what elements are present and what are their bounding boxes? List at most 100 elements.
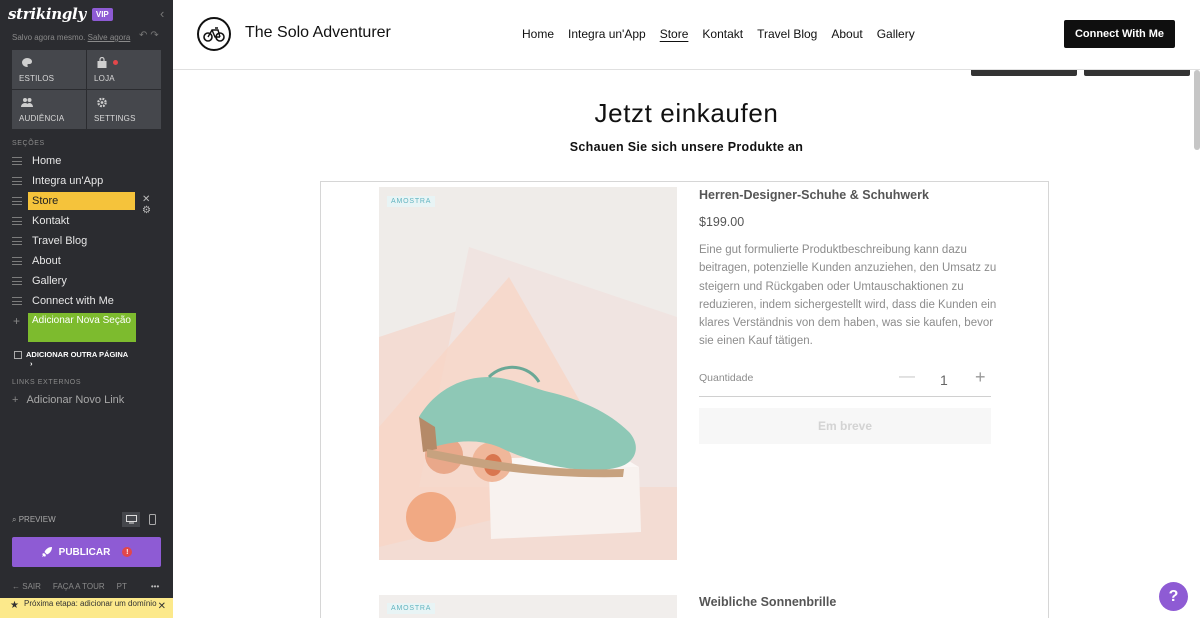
shoe-illustration: [379, 187, 677, 560]
exit-link[interactable]: ← SAIR: [12, 582, 41, 591]
publish-button[interactable]: PUBLICAR !: [12, 537, 161, 567]
section-item-travel-blog[interactable]: Travel Blog: [12, 232, 162, 250]
connect-button[interactable]: Connect With Me: [1064, 20, 1175, 48]
tile-styles[interactable]: ESTILOS: [12, 50, 86, 89]
section-label: Kontakt: [32, 215, 70, 227]
editor-footer: ← SAIR FAÇA A TOUR PT •••: [12, 582, 162, 591]
palette-icon: [22, 58, 33, 67]
search-icon: ⌕: [12, 515, 17, 524]
bicycle-icon[interactable]: [197, 17, 231, 51]
drag-handle-icon[interactable]: [12, 277, 22, 285]
device-toggle: [122, 512, 161, 527]
section-label: Integra un'App: [32, 175, 104, 187]
add-page-button[interactable]: ADICIONAR OUTRA PÁGINA ›: [14, 350, 129, 369]
section-item-connect[interactable]: Connect with Me: [12, 292, 162, 310]
section-item-integra[interactable]: Integra un'App: [12, 172, 162, 190]
product-name[interactable]: Herren-Designer-Schuhe & Schuhwerk: [699, 188, 929, 202]
vip-badge: VIP: [91, 7, 113, 21]
drag-handle-icon[interactable]: [12, 237, 22, 245]
editor-tiles: ESTILOS LOJA AUDIÊNCIA SETTINGS: [12, 50, 161, 130]
people-icon: [21, 98, 33, 107]
site-nav: Home Integra un'App Store Kontakt Travel…: [522, 27, 915, 41]
section-edit-button[interactable]: [971, 70, 1077, 76]
saved-text: Salvo agora mesmo.: [12, 33, 86, 42]
page-icon: [14, 351, 22, 360]
drag-handle-icon[interactable]: [12, 217, 22, 225]
undo-redo-icons[interactable]: ↶↷: [139, 30, 162, 41]
site-preview: The Solo Adventurer Home Integra un'App …: [173, 0, 1200, 618]
next-step-banner[interactable]: ★ Próxima etapa: adicionar um domínio ✕: [0, 598, 173, 618]
close-icon[interactable]: ✕: [158, 602, 166, 612]
help-button[interactable]: ?: [1159, 582, 1188, 611]
plus-icon[interactable]: +: [975, 367, 986, 388]
mobile-icon[interactable]: [143, 512, 161, 527]
save-status: Salvo agora mesmo. Salve agora: [12, 33, 130, 42]
save-now-link[interactable]: Salve agora: [88, 33, 131, 42]
store-subtitle: Schauen Sie sich unsere Produkte an: [569, 140, 804, 154]
section-label: Home: [32, 155, 62, 167]
desktop-icon[interactable]: [122, 512, 140, 527]
editor-logo-row: strikingly VIP: [8, 4, 113, 24]
site-header: The Solo Adventurer Home Integra un'App …: [173, 0, 1200, 70]
strikingly-logo[interactable]: strikingly: [8, 5, 86, 23]
plus-icon: +: [13, 314, 21, 328]
nav-item-about[interactable]: About: [831, 27, 862, 41]
section-edit-button[interactable]: [1084, 70, 1190, 76]
section-item-store[interactable]: Store ✕ ⚙: [12, 192, 162, 216]
site-brand[interactable]: The Solo Adventurer: [245, 24, 391, 42]
app-root: strikingly VIP ‹ Salvo agora mesmo. Salv…: [0, 0, 1200, 618]
product-image[interactable]: AMOSTRA: [379, 187, 677, 560]
section-item-gallery[interactable]: Gallery: [12, 272, 162, 290]
tile-settings[interactable]: SETTINGS: [87, 90, 161, 129]
tile-label: AUDIÊNCIA: [19, 114, 65, 123]
delete-section-icon[interactable]: ✕: [142, 194, 150, 205]
nav-item-store[interactable]: Store: [660, 27, 689, 41]
section-item-home[interactable]: Home: [12, 152, 162, 170]
quantity-value[interactable]: 1: [940, 372, 948, 388]
product-list: AMOSTRA Herren-Designer-Schuhe & Schuhwe…: [320, 181, 1049, 618]
notification-dot: [113, 60, 118, 65]
sections-heading: SEÇÕES: [12, 140, 45, 147]
drag-handle-icon[interactable]: [12, 257, 22, 265]
section-label: About: [32, 255, 61, 267]
nav-item-gallery[interactable]: Gallery: [877, 27, 915, 41]
add-link-label: Adicionar Novo Link: [26, 394, 125, 406]
product-image[interactable]: AMOSTRA: [379, 595, 677, 618]
section-item-about[interactable]: About: [12, 252, 162, 270]
drag-handle-icon[interactable]: [12, 297, 22, 305]
rocket-icon: [41, 547, 52, 557]
warning-icon: !: [122, 547, 133, 557]
add-section-button[interactable]: Adicionar Nova Seção: [28, 313, 136, 342]
drag-handle-icon[interactable]: [12, 177, 22, 185]
tile-audience[interactable]: AUDIÊNCIA: [12, 90, 86, 129]
tour-link[interactable]: FAÇA A TOUR: [53, 582, 105, 591]
minus-icon[interactable]: —: [899, 368, 915, 386]
tile-store[interactable]: LOJA: [87, 50, 161, 89]
nav-item-integra[interactable]: Integra un'App: [568, 27, 646, 41]
collapse-sidebar-icon[interactable]: ‹: [160, 6, 164, 21]
nav-item-home[interactable]: Home: [522, 27, 554, 41]
chevron-right-icon: ›: [30, 359, 33, 369]
next-step-text: Próxima etapa: adicionar um domínio: [24, 599, 157, 608]
product-name[interactable]: Weibliche Sonnenbrille: [699, 595, 836, 609]
divider: [699, 396, 991, 397]
language-link[interactable]: PT: [117, 582, 127, 591]
more-options-icon[interactable]: •••: [151, 582, 159, 591]
preview-button[interactable]: ⌕ PREVIEW: [12, 515, 56, 525]
tile-label: SETTINGS: [94, 114, 136, 123]
nav-item-kontakt[interactable]: Kontakt: [702, 27, 743, 41]
product-price: $199.00: [699, 215, 745, 229]
editor-sidebar: strikingly VIP ‹ Salvo agora mesmo. Salv…: [0, 0, 173, 618]
nav-item-travel-blog[interactable]: Travel Blog: [757, 27, 817, 41]
section-label: Travel Blog: [32, 235, 88, 247]
drag-handle-icon[interactable]: [12, 157, 22, 165]
sample-badge: AMOSTRA: [387, 603, 436, 614]
add-page-label: ADICIONAR OUTRA PÁGINA: [26, 350, 129, 359]
drag-handle-icon[interactable]: [12, 197, 22, 205]
preview-label: PREVIEW: [18, 515, 56, 524]
section-item-kontakt[interactable]: Kontakt: [12, 212, 162, 230]
coming-soon-button[interactable]: Em breve: [699, 408, 991, 444]
gear-icon: [97, 97, 107, 108]
add-link-button[interactable]: + Adicionar Novo Link: [12, 394, 124, 406]
bag-icon: [97, 57, 107, 68]
